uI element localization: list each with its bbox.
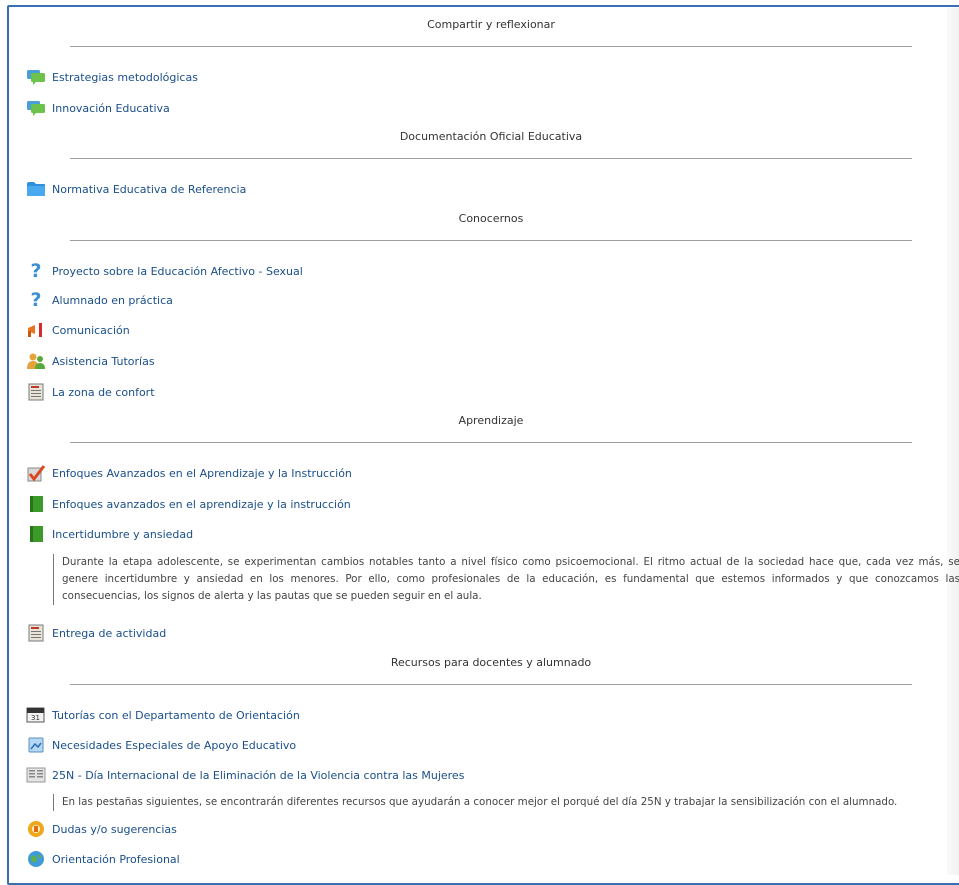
svg-text:31: 31 bbox=[31, 714, 40, 722]
survey-icon bbox=[26, 819, 46, 839]
megaphone-icon bbox=[26, 320, 46, 340]
activity-label[interactable]: Necesidades Especiales de Apoyo Educativ… bbox=[52, 739, 296, 752]
calendar-icon: 31 bbox=[26, 705, 46, 725]
activity-zona-confort[interactable]: La zona de confort bbox=[26, 381, 155, 403]
book-icon bbox=[26, 524, 46, 544]
activity-enfoques-2[interactable]: Enfoques avanzados en el aprendizaje y l… bbox=[26, 493, 351, 515]
activity-label[interactable]: Tutorías con el Departamento de Orientac… bbox=[52, 709, 300, 722]
section-title-conocernos: Conocernos bbox=[458, 212, 524, 225]
activity-label[interactable]: Orientación Profesional bbox=[52, 853, 180, 866]
activity-innovacion[interactable]: Innovación Educativa bbox=[26, 97, 170, 119]
activity-description: Durante la etapa adolescente, se experim… bbox=[53, 554, 959, 605]
folder-icon bbox=[26, 179, 46, 199]
activity-entrega[interactable]: Entrega de actividad bbox=[26, 622, 166, 644]
globe-icon bbox=[26, 849, 46, 869]
activity-proyecto[interactable]: ? Proyecto sobre la Educación Afectivo -… bbox=[26, 260, 303, 282]
forum-icon bbox=[26, 67, 46, 87]
forum-icon bbox=[26, 98, 46, 118]
activity-label[interactable]: Estrategias metodológicas bbox=[52, 71, 198, 84]
activity-label[interactable]: Proyecto sobre la Educación Afectivo - S… bbox=[52, 265, 303, 278]
activity-label[interactable]: Entrega de actividad bbox=[52, 627, 166, 640]
activity-incertidumbre[interactable]: Incertidumbre y ansiedad bbox=[26, 523, 193, 545]
section-title-documentacion: Documentación Oficial Educativa bbox=[399, 130, 583, 143]
activity-necesidades[interactable]: Necesidades Especiales de Apoyo Educativ… bbox=[26, 734, 296, 756]
activity-label[interactable]: Innovación Educativa bbox=[52, 102, 170, 115]
activity-label[interactable]: Asistencia Tutorías bbox=[52, 355, 155, 368]
activity-label[interactable]: Normativa Educativa de Referencia bbox=[52, 183, 246, 196]
assignment-icon bbox=[26, 623, 46, 643]
activity-label[interactable]: Alumnado en práctica bbox=[52, 294, 173, 307]
question-icon: ? bbox=[30, 260, 42, 282]
section-title-compartir: Compartir y reflexionar bbox=[427, 18, 555, 31]
activity-label[interactable]: Enfoques avanzados en el aprendizaje y l… bbox=[52, 498, 351, 511]
group-icon bbox=[26, 351, 46, 371]
file-icon bbox=[26, 735, 46, 755]
activity-label[interactable]: La zona de confort bbox=[52, 386, 155, 399]
activity-label[interactable]: Comunicación bbox=[52, 324, 130, 337]
section-title-recursos: Recursos para docentes y alumnado bbox=[390, 656, 592, 669]
activity-enfoques-1[interactable]: Enfoques Avanzados en el Aprendizaje y l… bbox=[26, 462, 352, 484]
activity-label[interactable]: Enfoques Avanzados en el Aprendizaje y l… bbox=[52, 467, 352, 480]
section-divider bbox=[70, 684, 912, 685]
activity-comunicacion[interactable]: Comunicación bbox=[26, 319, 130, 341]
book-icon bbox=[26, 494, 46, 514]
activity-tutorias-orientacion[interactable]: 31 Tutorías con el Departamento de Orien… bbox=[26, 704, 300, 726]
question-icon: ? bbox=[30, 289, 42, 311]
glossary-icon bbox=[26, 765, 46, 785]
activity-asistencia[interactable]: Asistencia Tutorías bbox=[26, 350, 155, 372]
section-title-aprendizaje: Aprendizaje bbox=[458, 414, 524, 427]
section-divider bbox=[70, 46, 912, 47]
activity-description: En las pestañas siguientes, se encontrar… bbox=[53, 794, 959, 811]
activity-normativa[interactable]: Normativa Educativa de Referencia bbox=[26, 178, 246, 200]
section-divider bbox=[70, 442, 912, 443]
activity-dudas[interactable]: Dudas y/o sugerencias bbox=[26, 818, 177, 840]
activity-label[interactable]: Incertidumbre y ansiedad bbox=[52, 528, 193, 541]
activity-alumnado[interactable]: ? Alumnado en práctica bbox=[26, 289, 173, 311]
activity-label[interactable]: Dudas y/o sugerencias bbox=[52, 823, 177, 836]
section-divider bbox=[70, 240, 912, 241]
checkmark-icon bbox=[26, 463, 46, 483]
activity-25n[interactable]: 25N - Día Internacional de la Eliminació… bbox=[26, 764, 464, 786]
assignment-icon bbox=[26, 382, 46, 402]
course-content: Compartir y reflexionar Estrategias meto… bbox=[0, 0, 959, 875]
activity-label[interactable]: 25N - Día Internacional de la Eliminació… bbox=[52, 769, 464, 782]
section-divider bbox=[70, 158, 912, 159]
activity-estrategias[interactable]: Estrategias metodológicas bbox=[26, 66, 198, 88]
activity-orientacion-profesional[interactable]: Orientación Profesional bbox=[26, 848, 180, 870]
